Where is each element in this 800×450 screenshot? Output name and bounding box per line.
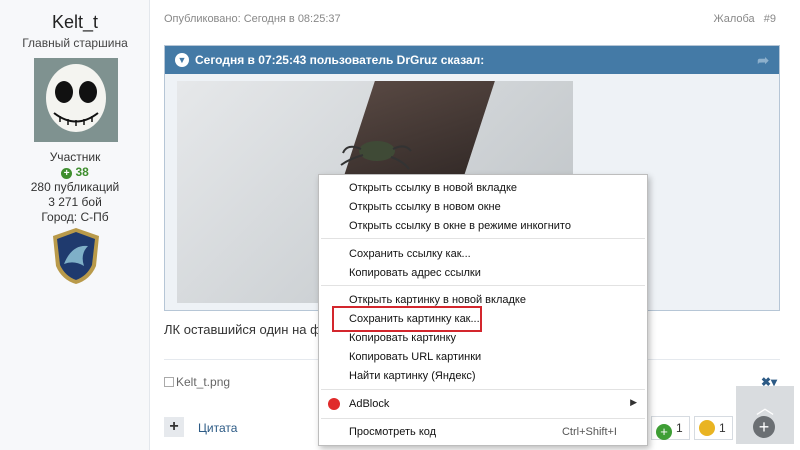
menu-open-link-incognito[interactable]: Открыть ссылку в окне в режиме инкогнито bbox=[349, 217, 639, 235]
author-group: Участник bbox=[49, 150, 101, 164]
emoji-icon bbox=[699, 420, 715, 436]
menu-open-link-new-tab[interactable]: Открыть ссылку в новой вкладке bbox=[349, 179, 639, 197]
signature: Kelt_t.png bbox=[164, 375, 230, 389]
highlight-box bbox=[332, 306, 482, 332]
menu-inspect-shortcut: Ctrl+Shift+I bbox=[561, 426, 617, 438]
like-icon: + bbox=[656, 424, 672, 440]
plus-icon[interactable]: + bbox=[164, 417, 184, 437]
author-name[interactable]: Kelt_t bbox=[0, 12, 150, 33]
menu-separator bbox=[321, 238, 645, 239]
reaction-like[interactable]: +1 bbox=[651, 416, 690, 440]
reaction-like-count: 1 bbox=[676, 421, 683, 435]
signature-image-alt: Kelt_t.png bbox=[176, 375, 231, 389]
menu-separator bbox=[321, 389, 645, 390]
author-posts: 280 публикаций bbox=[30, 180, 120, 194]
clan-badge-icon[interactable] bbox=[50, 226, 102, 286]
menu-open-link-new-window[interactable]: Открыть ссылку в новом окне bbox=[349, 198, 639, 216]
post-actions: Жалоба #9 bbox=[707, 13, 776, 25]
reputation-plus-icon: + bbox=[61, 168, 73, 179]
author-fights: 3 271 бой bbox=[48, 195, 102, 209]
menu-separator bbox=[321, 285, 645, 286]
reaction-emoji-count: 1 bbox=[719, 421, 726, 435]
menu-search-image-yandex[interactable]: Найти картинку (Яндекс) bbox=[349, 367, 639, 385]
menu-separator bbox=[321, 418, 645, 419]
chevron-down-icon[interactable]: ▼ bbox=[175, 53, 189, 67]
adblock-icon bbox=[328, 398, 340, 410]
share-icon[interactable]: ➦ bbox=[757, 46, 769, 74]
menu-copy-image-url[interactable]: Копировать URL картинки bbox=[349, 348, 639, 366]
author-city: Город: С-Пб bbox=[41, 210, 109, 224]
reputation-value: 38 bbox=[75, 165, 89, 179]
avatar[interactable] bbox=[34, 58, 118, 142]
broken-image-icon bbox=[164, 377, 174, 387]
add-icon: + bbox=[753, 416, 775, 438]
quote-citation: Сегодня в 07:25:43 пользователь DrGruz с… bbox=[195, 53, 485, 67]
post-date: Опубликовано: Сегодня в 08:25:37 bbox=[164, 13, 341, 25]
crab-figure bbox=[340, 141, 412, 170]
author-panel: Kelt_t Главный старшина Участник + 38 28… bbox=[0, 0, 150, 450]
menu-adblock[interactable]: AdBlock bbox=[349, 395, 639, 413]
author-rank: Главный старшина bbox=[22, 36, 128, 50]
reaction-emoji[interactable]: 1 bbox=[694, 416, 733, 440]
quote-header[interactable]: ▼ Сегодня в 07:25:43 пользователь DrGruz… bbox=[165, 46, 779, 74]
report-link[interactable]: Жалоба bbox=[713, 13, 754, 25]
quote-button[interactable]: Цитата bbox=[198, 421, 237, 435]
post-number[interactable]: #9 bbox=[764, 13, 776, 25]
arrow-right-icon: ▶ bbox=[630, 397, 637, 407]
menu-save-link-as[interactable]: Сохранить ссылку как... bbox=[349, 245, 639, 263]
post-body: ЛК оставшийся один на фла bbox=[164, 322, 336, 337]
reputation: + 38 bbox=[0, 165, 150, 179]
menu-copy-link-address[interactable]: Копировать адрес ссылки bbox=[349, 264, 639, 282]
scroll-top-button[interactable]: ︿ + bbox=[736, 386, 794, 444]
